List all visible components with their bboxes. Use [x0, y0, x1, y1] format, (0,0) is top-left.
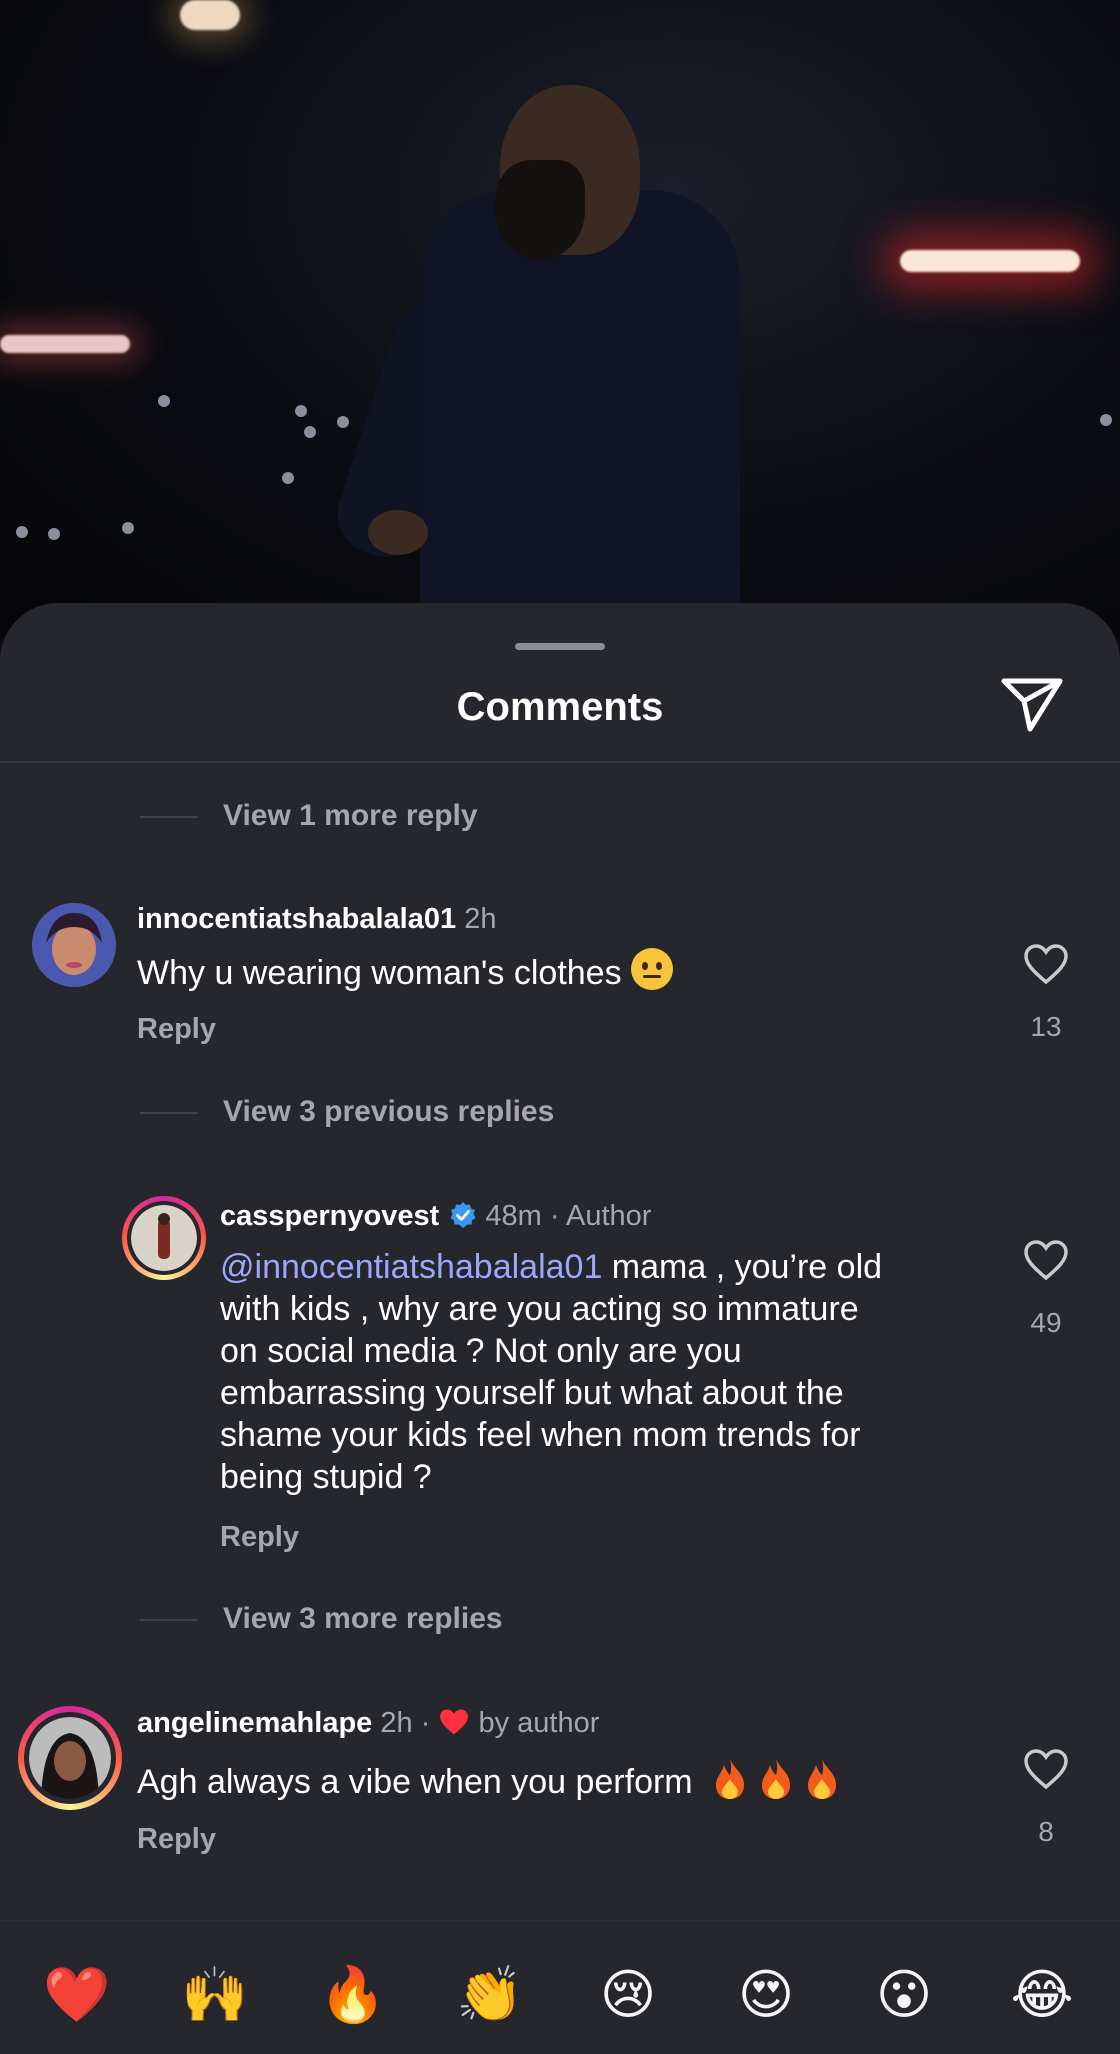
- liked-by-author-label: by author: [478, 1707, 600, 1739]
- performer-body: [420, 190, 740, 640]
- comment-line: with kids , why are you acting so immatu…: [220, 1290, 859, 1328]
- verified-badge-icon: [450, 1202, 476, 1228]
- like-count: 13: [1030, 1011, 1062, 1042]
- avatar-image: [131, 1205, 197, 1271]
- avatar[interactable]: [131, 1205, 197, 1271]
- comment-header: casspernyovest 48m · Author: [220, 1200, 651, 1233]
- comment-text: Why u wearing woman's clothes: [137, 948, 674, 994]
- neutral-face-icon: [631, 948, 674, 990]
- reply-button[interactable]: Reply: [220, 1521, 299, 1554]
- bokeh-dot: [158, 395, 170, 407]
- like-button[interactable]: [1023, 1748, 1069, 1790]
- username[interactable]: innocentiatshabalala01: [137, 903, 456, 935]
- fire-icon: [808, 1759, 837, 1799]
- comment-body: Why u wearing woman's clothes: [137, 954, 622, 992]
- red-heart-reaction[interactable]: ❤️: [42, 1960, 112, 2030]
- mention-link[interactable]: @innocentiatshabalala01: [220, 1248, 602, 1286]
- thread-line: [140, 816, 198, 818]
- heart-outline-icon: [1024, 1240, 1068, 1281]
- stage-light: [180, 0, 240, 30]
- tears-of-joy-reaction[interactable]: 😂: [1007, 1960, 1077, 2030]
- fire-icon: [762, 1759, 791, 1799]
- comment-line: on social media ? Not only are you: [220, 1332, 742, 1370]
- bokeh-dot: [48, 528, 60, 540]
- bokeh-dot: [122, 522, 134, 534]
- stage-light: [900, 250, 1080, 272]
- clapping-hands-reaction[interactable]: 👏: [455, 1960, 525, 2030]
- thread-line: [140, 1112, 198, 1114]
- view-previous-replies-button[interactable]: View 3 previous replies: [223, 1095, 554, 1129]
- bokeh-dot: [337, 416, 349, 428]
- raising-hands-reaction[interactable]: 🙌: [180, 1960, 250, 2030]
- like-button[interactable]: [1023, 943, 1069, 985]
- comment-line: being stupid ?: [220, 1458, 432, 1496]
- heart-eyes-reaction[interactable]: 😍: [731, 1960, 801, 2030]
- reply-button[interactable]: Reply: [137, 1823, 216, 1856]
- fire-icon: [716, 1759, 745, 1799]
- bokeh-dot: [1100, 414, 1112, 426]
- timestamp: 48m: [485, 1200, 542, 1232]
- stage-light: [0, 335, 130, 353]
- thread-line: [140, 1619, 198, 1621]
- comment-header: innocentiatshabalala01 2h: [137, 903, 496, 936]
- surprised-face-reaction[interactable]: 😮: [869, 1960, 939, 2030]
- avatar[interactable]: [32, 903, 116, 987]
- username[interactable]: angelinemahlape: [137, 1707, 372, 1739]
- avatar-image: [32, 903, 116, 987]
- sheet-title: Comments: [456, 685, 664, 729]
- comment-header: angelinemahlape 2h · by author: [137, 1707, 599, 1740]
- heart-outline-icon: [1024, 944, 1068, 985]
- send-icon: [1001, 678, 1063, 732]
- comment-line: mama , you’re old: [602, 1248, 883, 1286]
- post-photo: [0, 0, 1120, 640]
- avatar[interactable]: [29, 1717, 111, 1799]
- sheet-grabber[interactable]: [515, 643, 605, 650]
- reply-button[interactable]: Reply: [137, 1013, 216, 1046]
- bokeh-dot: [304, 426, 316, 438]
- quick-reactions-bar: ❤️ 🙌 🔥 👏 😢 😍 😮 😂: [0, 1960, 1120, 2040]
- performer-hand: [368, 510, 428, 555]
- fire-reaction[interactable]: 🔥: [318, 1960, 388, 2030]
- bokeh-dot: [295, 405, 307, 417]
- comment-text: Agh always a vibe when you perform: [137, 1757, 840, 1803]
- view-more-replies-button[interactable]: View 3 more replies: [223, 1602, 503, 1636]
- timestamp: 2h: [464, 903, 497, 935]
- username[interactable]: casspernyovest: [220, 1200, 439, 1232]
- bokeh-dot: [282, 472, 294, 484]
- author-label: · Author: [549, 1200, 652, 1232]
- like-count: 49: [1030, 1307, 1062, 1338]
- like-count: 8: [1038, 1816, 1054, 1847]
- header-divider: [0, 761, 1120, 763]
- bokeh-dot: [16, 526, 28, 538]
- share-button[interactable]: [1000, 675, 1070, 735]
- timestamp: 2h ·: [380, 1707, 431, 1739]
- like-button[interactable]: [1023, 1239, 1069, 1281]
- avatar-image: [29, 1717, 111, 1799]
- heart-filled-icon: [440, 1709, 469, 1735]
- comment-line: embarrassing yourself but what about the: [220, 1374, 844, 1412]
- reactions-divider: [0, 1920, 1120, 1922]
- crying-face-reaction[interactable]: 😢: [593, 1960, 663, 2030]
- comment-line: shame your kids feel when mom trends for: [220, 1416, 861, 1454]
- view-more-replies-button[interactable]: View 1 more reply: [223, 799, 478, 833]
- comment-body: Agh always a vibe when you perform: [137, 1763, 693, 1801]
- heart-outline-icon: [1024, 1749, 1068, 1790]
- comment-text: @innocentiatshabalala01 mama , you’re ol…: [220, 1246, 1020, 1498]
- comments-sheet: Comments View 1 more reply innocentiatsh…: [0, 603, 1120, 2054]
- performer-beard: [495, 160, 585, 260]
